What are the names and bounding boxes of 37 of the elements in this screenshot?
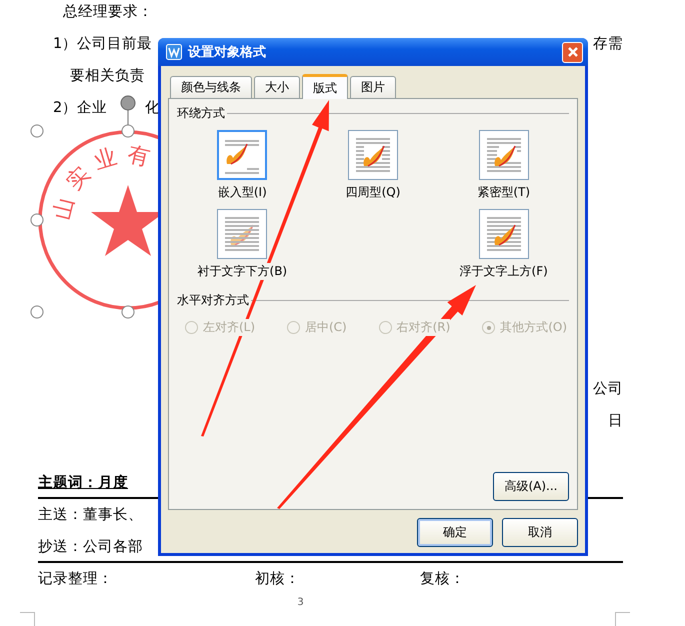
footer-label: 初核： xyxy=(255,570,301,589)
selection-handle[interactable] xyxy=(30,124,44,138)
close-icon xyxy=(566,46,578,58)
recipient-text: 主送：董事长、 xyxy=(38,506,143,525)
wrap-option-label[interactable]: 紧密型(T) xyxy=(477,184,530,201)
footer-label: 记录整理： xyxy=(38,570,114,589)
paragraph-text: 要相关负责 xyxy=(70,67,145,86)
selection-handle[interactable] xyxy=(30,306,44,318)
paragraph-text: 1）公司目前最 xyxy=(53,35,152,54)
wrap-option-label[interactable]: 浮于文字上方(F) xyxy=(460,263,548,280)
paragraph-text: 2）企业 xyxy=(53,99,108,118)
app-icon xyxy=(166,44,182,60)
selection-handle[interactable] xyxy=(122,306,134,318)
wrap-option-label[interactable]: 嵌入型(I) xyxy=(218,184,267,201)
cancel-button[interactable]: 取消 xyxy=(502,518,578,547)
ok-button[interactable]: 确定 xyxy=(417,518,493,547)
selection-handle[interactable] xyxy=(30,214,44,226)
copy-text: 抄送：公司各部 xyxy=(38,538,143,557)
subject-text: 主题词：月度 xyxy=(38,473,128,493)
footer-label: 复核： xyxy=(420,570,465,589)
selection-handle[interactable] xyxy=(122,124,134,138)
section-title: 环绕方式 xyxy=(177,105,225,122)
window-title: 设置对象格式 xyxy=(188,44,267,61)
tab[interactable]: 版式 xyxy=(302,74,348,99)
close-button[interactable] xyxy=(562,42,583,62)
tab[interactable]: 颜色与线条 xyxy=(170,76,252,98)
signature-text: 公司 xyxy=(593,380,623,399)
tab[interactable]: 大小 xyxy=(254,76,300,98)
wrap-option-label[interactable]: 四周型(Q) xyxy=(346,184,400,201)
paragraph-text: 存需 xyxy=(593,35,623,54)
advanced-button[interactable]: 高级(A)... xyxy=(493,472,569,501)
date-text: 日 xyxy=(608,412,623,431)
heading-text: 总经理要求： xyxy=(63,3,153,22)
page-number: 3 xyxy=(297,597,304,608)
wrap-option-label[interactable]: 衬于文字下方(B) xyxy=(198,263,288,280)
rotation-handle[interactable] xyxy=(120,96,136,110)
tab[interactable]: 图片 xyxy=(350,76,396,98)
